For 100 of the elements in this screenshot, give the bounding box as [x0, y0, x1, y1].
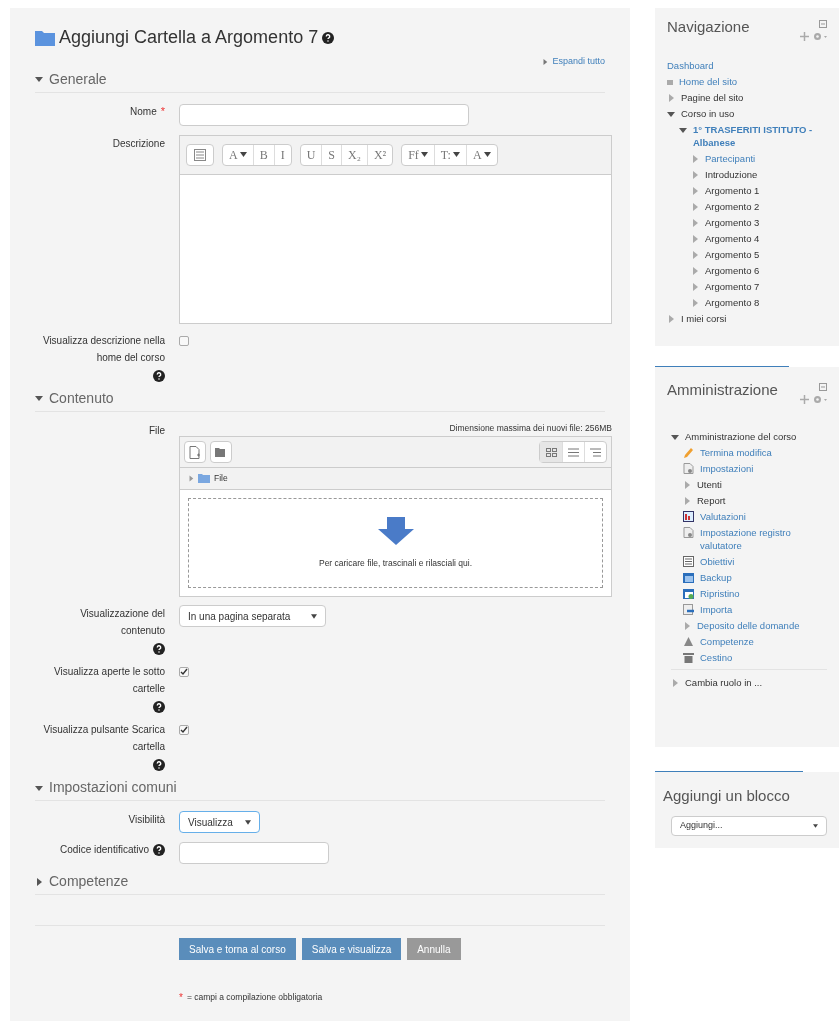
- tree-item[interactable]: Corso in uso: [681, 106, 735, 120]
- dropdown-caret-icon: [311, 613, 317, 619]
- description-field[interactable]: [180, 174, 611, 323]
- checkbox[interactable]: [179, 667, 189, 677]
- tree-item[interactable]: Obiettivi: [700, 554, 735, 568]
- tree-item[interactable]: I miei corsi: [681, 311, 727, 325]
- tree-item[interactable]: Impostazioni: [700, 461, 754, 475]
- text-field[interactable]: [179, 103, 469, 126]
- tree-item[interactable]: Argomento 7: [705, 279, 760, 293]
- tree-item[interactable]: Argomento 5: [705, 247, 760, 261]
- section-header[interactable]: Contenuto: [49, 387, 114, 409]
- new-folder-button[interactable]: [210, 441, 232, 464]
- save-button[interactable]: Salva e visualizza: [301, 938, 402, 960]
- collapse-icon[interactable]: [679, 125, 687, 134]
- settings-icon[interactable]: [813, 395, 827, 404]
- window-icon: [683, 571, 694, 583]
- save-button[interactable]: Salva e torna al corso: [179, 938, 296, 960]
- cone-icon: [683, 635, 694, 647]
- select-field[interactable]: Visualizza: [179, 811, 260, 833]
- field-label: Visualizza aperte le sotto cartelle: [53, 665, 165, 696]
- section-header[interactable]: Generale: [49, 68, 107, 90]
- tree-item[interactable]: Argomento 4: [705, 231, 760, 245]
- move-icon[interactable]: [800, 32, 809, 41]
- checkbox[interactable]: [179, 725, 189, 735]
- toolbar-button[interactable]: X₂: [341, 144, 367, 165]
- toolbar-button[interactable]: S: [321, 144, 342, 165]
- tree-item[interactable]: Ripristino: [700, 586, 740, 600]
- help-icon[interactable]: [153, 701, 165, 713]
- text-field[interactable]: [179, 842, 329, 864]
- drop-hint: Per caricare file, trascinali e rilasciali qui.: [318, 556, 473, 570]
- select-field[interactable]: In una pagina separata: [179, 605, 326, 627]
- help-icon[interactable]: [153, 643, 165, 655]
- folder-icon: [35, 29, 55, 46]
- add-block-select[interactable]: Aggiungi...: [671, 816, 827, 836]
- drop-zone[interactable]: Per caricare file, trascinali e rilasciali qui.: [188, 498, 603, 588]
- expand-icon[interactable]: [35, 877, 43, 886]
- toolbar-button[interactable]: T:: [433, 144, 466, 165]
- toolbar-button[interactable]: U: [300, 144, 322, 165]
- toolbar-button[interactable]: B: [252, 144, 274, 165]
- tree-item[interactable]: Introduzione: [705, 167, 758, 181]
- toolbar-button[interactable]: I: [273, 144, 291, 165]
- tree-item[interactable]: Argomento 3: [705, 215, 760, 229]
- section-header[interactable]: Competenze: [49, 871, 129, 892]
- add-file-button[interactable]: [184, 441, 206, 464]
- tree-item[interactable]: Argomento 2: [705, 199, 760, 213]
- tree-item[interactable]: Home del sito: [679, 74, 738, 88]
- tree-item[interactable]: Report: [697, 493, 726, 507]
- minimize-icon[interactable]: [819, 383, 827, 391]
- field-label: Codice identificativo: [60, 843, 149, 857]
- cancel-button[interactable]: Annulla: [407, 938, 461, 960]
- tree-item[interactable]: Impostazione registro valutatore: [700, 525, 827, 552]
- tree-item[interactable]: Pagine del sito: [681, 90, 744, 104]
- tree-item[interactable]: Competenze: [700, 634, 754, 648]
- icon-view-button[interactable]: [540, 442, 562, 463]
- tree-item[interactable]: Amministrazione del corso: [685, 429, 797, 443]
- tree-item[interactable]: Importa: [700, 602, 733, 616]
- tree-item[interactable]: Argomento 1: [705, 183, 760, 197]
- tree-item[interactable]: Valutazioni: [700, 509, 746, 523]
- tree-item[interactable]: 1° TRASFERITI ISTITUTO - Albanese: [693, 122, 827, 149]
- tree-item[interactable]: Argomento 6: [705, 263, 760, 277]
- block-title: Aggiungi un blocco: [663, 787, 790, 804]
- collapse-icon[interactable]: [671, 432, 679, 441]
- tree-list-icon: [590, 447, 601, 457]
- tree-item[interactable]: Cestino: [700, 650, 733, 664]
- tree-item[interactable]: Partecipanti: [705, 151, 756, 165]
- help-icon[interactable]: [322, 31, 335, 44]
- collapse-icon[interactable]: [35, 783, 43, 792]
- field-label: Visibilità: [128, 813, 165, 827]
- keyboard-icon: [194, 148, 206, 161]
- collapse-icon[interactable]: [35, 75, 43, 83]
- tree-item[interactable]: Termina modifica: [700, 445, 772, 459]
- help-icon[interactable]: [153, 759, 165, 771]
- tree-item[interactable]: Backup: [700, 570, 732, 584]
- minimize-icon[interactable]: [819, 20, 827, 28]
- field-label: Nome: [130, 104, 157, 119]
- collapse-icon[interactable]: [35, 394, 43, 402]
- toolbar-button[interactable]: A: [465, 144, 497, 165]
- toolbar-button[interactable]: X²: [366, 144, 393, 165]
- move-icon[interactable]: [800, 395, 809, 404]
- tree-item[interactable]: Cambia ruolo in ...: [685, 675, 763, 689]
- page-title: Aggiungi Cartella a Argomento 7: [59, 26, 319, 49]
- tree-item[interactable]: Utenti: [697, 477, 722, 491]
- collapse-icon[interactable]: [667, 109, 675, 118]
- toolbar-button[interactable]: A: [223, 144, 253, 165]
- expand-icon: [542, 57, 549, 66]
- tree-item[interactable]: Deposito delle domande: [697, 618, 800, 632]
- checkbox[interactable]: [179, 335, 189, 346]
- help-icon[interactable]: [153, 369, 165, 382]
- settings-icon[interactable]: [813, 32, 827, 41]
- grades-icon: [683, 510, 694, 522]
- document-icon: [683, 462, 694, 474]
- help-icon[interactable]: [153, 843, 165, 856]
- tree-item[interactable]: Argomento 8: [705, 295, 760, 309]
- folder-name[interactable]: File: [214, 472, 228, 485]
- toolbar-button[interactable]: Ff: [402, 144, 434, 165]
- tree-item[interactable]: Dashboard: [667, 58, 714, 72]
- import-icon: [683, 603, 694, 615]
- restore-icon: [683, 587, 694, 599]
- section-header[interactable]: Impostazioni comuni: [49, 777, 177, 798]
- expand-all-link[interactable]: Espandi tutto: [552, 55, 605, 69]
